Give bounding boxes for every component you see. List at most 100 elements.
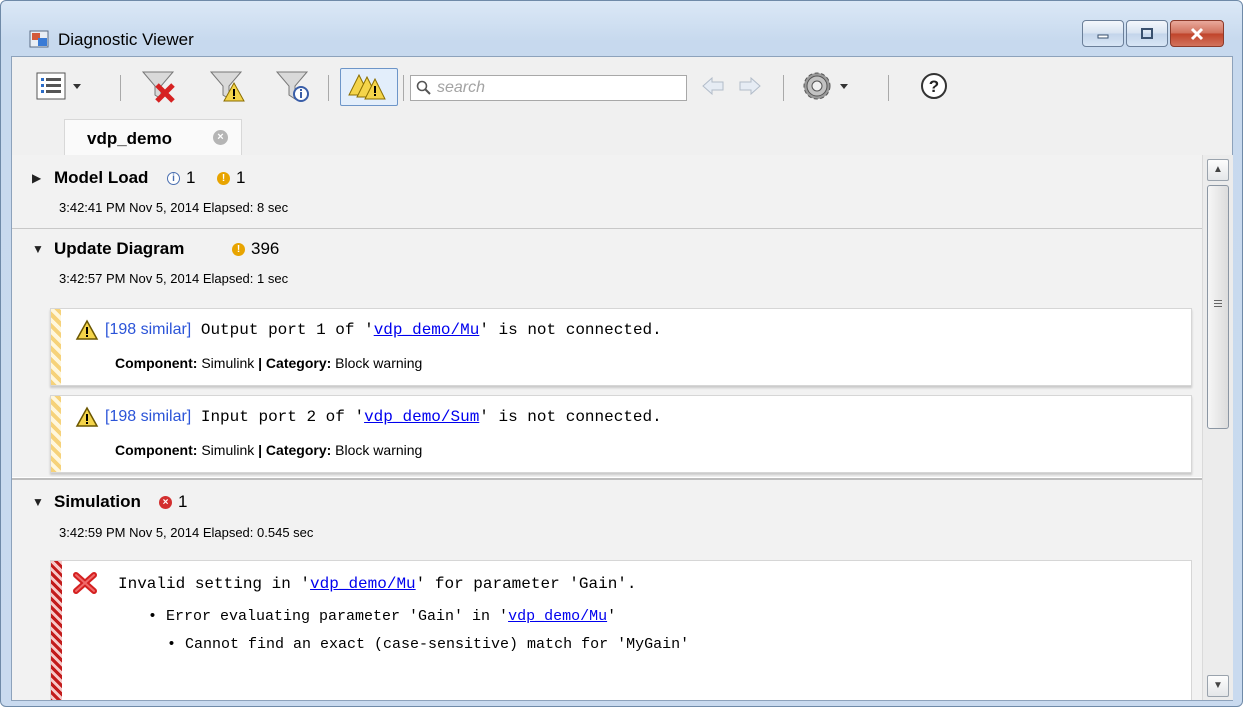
warning-message[interactable]: [198 similar] Output port 1 of 'vdp_demo…	[50, 308, 1192, 386]
block-link[interactable]: vdp_demo/Mu	[374, 321, 480, 339]
search-box[interactable]	[410, 75, 687, 101]
component-value: Simulink	[197, 355, 259, 371]
toolbar-separator	[120, 75, 121, 101]
message-meta: Component: Simulink | Category: Block wa…	[115, 442, 422, 458]
maximize-button[interactable]	[1126, 20, 1168, 47]
scroll-thumb[interactable]	[1207, 185, 1229, 429]
error-text-line: Invalid setting in 'vdp_demo/Mu' for par…	[118, 575, 637, 593]
error-icon: ×	[159, 495, 172, 509]
warning-message[interactable]: [198 similar] Input port 2 of 'vdp_demo/…	[50, 395, 1192, 473]
toolbar-separator	[783, 75, 784, 101]
message-text: Output port 1 of '	[191, 321, 374, 339]
back-button[interactable]	[698, 69, 728, 103]
category-value: Block warning	[331, 442, 423, 458]
category-label: Category:	[262, 442, 332, 458]
category-label: Category:	[262, 355, 332, 371]
error-detail-line: • Cannot find an exact (case-sensitive) …	[167, 636, 689, 653]
message-text: • Error evaluating parameter 'Gain' in '	[148, 608, 509, 625]
svg-text:?: ?	[929, 77, 939, 96]
block-link[interactable]: vdp_demo/Mu	[310, 575, 416, 593]
message-text: ' is not connected.	[479, 408, 662, 426]
section-title: Update Diagram	[54, 239, 185, 258]
app-icon	[29, 30, 49, 48]
warning-text: [198 similar] Input port 2 of 'vdp_demo/…	[105, 408, 662, 426]
section-title: Simulation	[54, 492, 141, 511]
warning-count: 1	[236, 168, 246, 187]
title-bar[interactable]: Diagnostic Viewer	[1, 1, 1242, 49]
section-model-load[interactable]: ▶ Model Load i 1 ! 1 3:42:41 PM Nov 5, 2…	[12, 155, 1202, 229]
report-menu-button[interactable]	[35, 69, 89, 103]
viewer-body: ? vdp_demo × ▶ Model Load i 1 ! 1	[11, 56, 1233, 701]
toolbar-separator	[888, 75, 889, 101]
warning-text: [198 similar] Output port 1 of 'vdp_demo…	[105, 321, 662, 339]
error-stripe	[51, 561, 62, 700]
message-text: ' for parameter 'Gain'.	[415, 575, 637, 593]
section-timestamp: 3:42:57 PM Nov 5, 2014 Elapsed: 1 sec	[59, 271, 289, 286]
filter-errors-button[interactable]	[136, 69, 182, 103]
tab-close-icon[interactable]: ×	[213, 130, 228, 145]
error-x-icon	[73, 572, 97, 594]
message-text: '	[607, 608, 617, 625]
block-link[interactable]: vdp_demo/Sum	[364, 408, 479, 426]
settings-menu-button[interactable]	[800, 69, 862, 103]
message-text: ' is not connected.	[479, 321, 662, 339]
filter-info-button[interactable]	[270, 69, 316, 103]
warning-stripe	[51, 309, 61, 385]
message-meta: Component: Simulink | Category: Block wa…	[115, 355, 422, 371]
window-title: Diagnostic Viewer	[58, 30, 194, 49]
forward-button[interactable]	[735, 69, 765, 103]
window-controls	[1080, 20, 1224, 47]
similar-link[interactable]: [198 similar]	[105, 321, 191, 338]
warning-icon: !	[217, 171, 230, 185]
filter-info-icon	[275, 71, 309, 102]
close-button[interactable]	[1170, 20, 1224, 47]
warning-icon: !	[232, 242, 245, 256]
vertical-scrollbar[interactable]: ▲ ▼	[1202, 155, 1233, 700]
category-value: Block warning	[331, 355, 423, 371]
group-warnings-icon	[348, 73, 386, 100]
diagnostics-pane: ▶ Model Load i 1 ! 1 3:42:41 PM Nov 5, 2…	[12, 155, 1202, 700]
section-timestamp: 3:42:59 PM Nov 5, 2014 Elapsed: 0.545 se…	[59, 525, 314, 540]
message-text: • Cannot find an exact (case-sensitive) …	[167, 636, 690, 653]
collapse-arrow-icon[interactable]: ▼	[32, 495, 44, 509]
warning-count: 396	[251, 239, 280, 258]
scroll-up-button[interactable]: ▲	[1207, 159, 1229, 181]
block-link[interactable]: vdp_demo/Mu	[508, 608, 607, 625]
section-simulation[interactable]: ▼ Simulation × 1 3:42:59 PM Nov 5, 2014 …	[12, 480, 1202, 550]
expand-arrow-icon[interactable]: ▶	[32, 171, 41, 185]
filter-warnings-button[interactable]	[204, 69, 250, 103]
scroll-down-button[interactable]: ▼	[1207, 675, 1229, 697]
message-text: Input port 2 of '	[191, 408, 365, 426]
section-timestamp: 3:42:41 PM Nov 5, 2014 Elapsed: 8 sec	[59, 200, 289, 215]
maximize-icon	[1141, 27, 1153, 39]
component-value: Simulink	[197, 442, 259, 458]
help-icon: ?	[921, 73, 947, 99]
section-update-diagram[interactable]: ▼ Update Diagram ! 396 3:42:57 PM Nov 5,…	[12, 229, 1202, 297]
collapse-arrow-icon[interactable]: ▼	[32, 242, 44, 256]
filter-errors-icon	[141, 71, 175, 103]
diagnostic-viewer-window: Diagnostic Viewer search ? vdp_demo × ▶ …	[0, 0, 1243, 707]
group-warnings-toggle[interactable]	[340, 68, 398, 106]
tab-strip: vdp_demo ×	[12, 115, 1232, 156]
toolbar-separator	[403, 75, 404, 101]
minimize-button[interactable]	[1082, 20, 1124, 47]
back-arrow-icon	[702, 76, 724, 96]
tab-vdp-demo[interactable]: vdp_demo ×	[64, 119, 242, 156]
warning-triangle-icon	[75, 406, 99, 427]
info-icon: i	[167, 171, 180, 185]
filter-warnings-icon	[209, 71, 245, 102]
help-button[interactable]: ?	[916, 69, 952, 103]
component-label: Component:	[115, 355, 198, 371]
error-count: 1	[178, 492, 188, 511]
similar-link[interactable]: [198 similar]	[105, 408, 191, 425]
section-title: Model Load	[54, 168, 149, 187]
component-label: Component:	[115, 442, 198, 458]
tab-label: vdp_demo	[87, 129, 173, 148]
search-icon	[416, 80, 431, 95]
error-message[interactable]: Invalid setting in 'vdp_demo/Mu' for par…	[50, 560, 1192, 700]
settings-gear-icon	[803, 72, 848, 100]
message-text: Invalid setting in '	[118, 575, 311, 593]
report-menu-icon	[36, 72, 81, 100]
search-input[interactable]	[435, 78, 679, 98]
error-count-badge: × 1	[159, 492, 187, 512]
